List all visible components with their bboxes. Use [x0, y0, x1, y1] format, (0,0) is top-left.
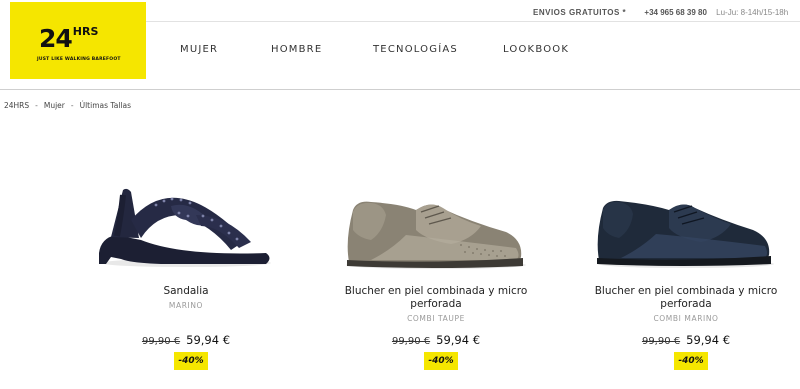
product-color: COMBI MARINO	[653, 314, 719, 323]
product-image-sandal[interactable]	[61, 160, 311, 280]
nav-item-hombre[interactable]: HOMBRE	[271, 44, 322, 55]
header-divider	[0, 89, 800, 90]
sale-price: 59,94 €	[186, 333, 231, 347]
product-name[interactable]: Blucher en piel combinada y micro perfora…	[311, 285, 561, 311]
free-shipping-link[interactable]: ENVIOS GRATUITOS *	[533, 8, 626, 17]
navy-shoe-image	[597, 200, 774, 268]
nav-item-lookbook[interactable]: LOOKBOOK	[503, 44, 569, 55]
product-card[interactable]: Blucher en piel combinada y micro perfora…	[561, 160, 800, 370]
product-color: MARINO	[168, 301, 204, 310]
top-divider	[146, 21, 800, 22]
brand-logo-text: 24HRS	[39, 24, 99, 53]
brand-tagline: JUST LIKE WALKING BAREFOOT	[37, 57, 121, 62]
product-card[interactable]: Blucher en piel combinada y micro perfora…	[311, 160, 561, 370]
product-prices: 99,90 € 59,94 €	[561, 333, 800, 347]
product-color: COMBI TAUPE	[407, 314, 465, 323]
discount-badge: -40%	[174, 352, 208, 370]
discount-badge: -40%	[424, 352, 458, 370]
breadcrumb-home[interactable]: 24HRS	[4, 101, 29, 110]
sandal-image	[99, 188, 271, 267]
nav-item-tecnologias[interactable]: TECNOLOGÍAS	[373, 44, 458, 55]
breadcrumb: 24HRS - Mujer - Últimas Tallas	[4, 101, 132, 110]
product-name[interactable]: Sandalia	[61, 285, 311, 298]
product-card[interactable]: Sandalia MARINO 99,90 € 59,94 € -40%	[61, 160, 311, 370]
product-image-navy-blucher[interactable]	[561, 160, 800, 280]
product-image-taupe-blucher[interactable]	[311, 160, 561, 280]
old-price: 99,90 €	[391, 336, 431, 347]
product-prices: 99,90 € 59,94 €	[311, 333, 561, 347]
opening-hours: Lu-Ju: 8-14h/15-18h	[716, 8, 789, 17]
breadcrumb-mujer[interactable]: Mujer	[44, 101, 65, 110]
taupe-shoe-image	[346, 201, 526, 269]
old-price: 99,90 €	[141, 336, 181, 347]
phone-number[interactable]: +34 965 68 39 80	[644, 8, 707, 17]
old-price: 99,90 €	[641, 336, 681, 347]
top-info-bar: ENVIOS GRATUITOS * +34 965 68 39 80 Lu-J…	[533, 8, 788, 17]
brand-logo[interactable]: 24HRS JUST LIKE WALKING BAREFOOT	[10, 2, 146, 79]
sale-price: 59,94 €	[436, 333, 481, 347]
breadcrumb-current: Últimas Tallas	[79, 101, 132, 110]
nav-item-mujer[interactable]: MUJER	[180, 44, 218, 55]
sale-price: 59,94 €	[686, 333, 731, 347]
product-prices: 99,90 € 59,94 €	[61, 333, 311, 347]
product-name[interactable]: Blucher en piel combinada y micro perfora…	[561, 285, 800, 311]
discount-badge: -40%	[674, 352, 708, 370]
